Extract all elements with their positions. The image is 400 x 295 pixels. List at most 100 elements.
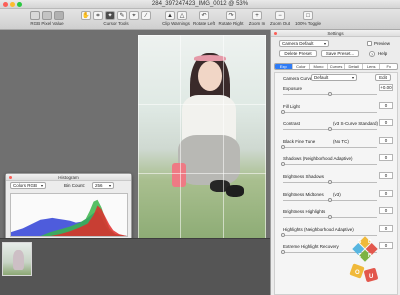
param-mode[interactable]: (v3 S-Curve Standard) <box>333 121 378 126</box>
histogram-controls: Colors RGB ▾ Bin Count: 256 ▾ <box>6 181 131 191</box>
pen-icon[interactable]: ✎ <box>117 11 127 20</box>
brush-icon[interactable]: ∕ <box>141 11 151 20</box>
help-icon[interactable]: ? <box>369 51 375 57</box>
param-value-field[interactable]: 0 <box>379 136 393 144</box>
chevron-down-icon: ▾ <box>108 183 111 188</box>
rotate-right-group: ↷ Rotate Right <box>218 11 244 26</box>
photo-preview[interactable] <box>138 35 266 242</box>
param-slider-knob[interactable] <box>328 197 332 202</box>
swatch-icon[interactable] <box>30 11 40 20</box>
zoom-in-icon[interactable]: + <box>252 11 262 20</box>
swatch-icon[interactable] <box>54 11 64 20</box>
picker-icon[interactable]: ✦ <box>105 11 115 20</box>
app-window: 284_397247423_IMG_0012 @ 53% RGB Pixel V… <box>0 0 400 295</box>
param-label: Fill Light <box>283 103 300 109</box>
toolbar-label: Cursor Tools <box>103 21 129 26</box>
param-slider-knob[interactable] <box>328 127 332 132</box>
tab-color[interactable]: Color <box>293 64 311 69</box>
param-row: Contrast (v3 S-Curve Standard) 0 <box>275 119 397 134</box>
window-title: 284_397247423_IMG_0012 @ 53% <box>151 1 249 7</box>
param-slider-knob[interactable] <box>281 250 285 255</box>
crop-grid-line <box>265 35 266 242</box>
hand-icon[interactable]: ✋ <box>81 11 91 20</box>
camera-curve-select[interactable]: Default ▾ <box>311 74 357 81</box>
param-value-field[interactable]: 0 <box>379 154 393 162</box>
param-value-field[interactable]: 0 <box>379 119 393 127</box>
crop-grid-line <box>138 104 266 105</box>
preset-value: Camera Default <box>282 41 314 46</box>
swatch-icon[interactable] <box>42 11 52 20</box>
toolbar-label: Clip Warnings <box>162 21 190 26</box>
settings-title: Settings <box>327 31 344 36</box>
close-button[interactable] <box>274 32 277 35</box>
tab-fx[interactable]: Fx <box>380 64 397 69</box>
param-value-field[interactable]: +0.00 <box>379 84 393 91</box>
param-slider-knob[interactable] <box>328 92 332 96</box>
crop-grid-line <box>138 35 266 36</box>
param-slider-knob[interactable] <box>281 109 285 114</box>
tab-lens[interactable]: Lens <box>363 64 381 69</box>
save-preset-button[interactable]: Save Preset... <box>321 50 359 57</box>
delete-preset-button[interactable]: Delete Preset <box>279 50 317 57</box>
fit-icon[interactable]: □ <box>303 11 313 20</box>
param-row: Brightness Highlights 0 <box>275 207 397 222</box>
warning-icon[interactable]: ▲ <box>165 11 175 20</box>
param-slider-knob[interactable] <box>328 180 332 184</box>
toolbar: RGB Pixel Value ✋ ⌗ ✦ ✎ ⌖ ∕ Cursor Tools… <box>0 9 400 30</box>
param-mode[interactable]: (v3) <box>333 192 341 197</box>
preset-select[interactable]: Camera Default ▾ <box>279 40 329 47</box>
edit-curve-button[interactable]: Edit <box>375 74 391 81</box>
param-mode[interactable]: (No TC) <box>333 139 349 144</box>
param-value-field[interactable]: 0 <box>379 101 393 109</box>
param-value-field[interactable]: 0 <box>379 172 393 179</box>
param-row: Shadows (Neighborhood Adaptive) 0 <box>275 154 397 169</box>
chevron-down-icon: ▾ <box>351 75 354 80</box>
rgb-pixel-value-group: RGB Pixel Value <box>30 11 64 26</box>
tab-exp[interactable]: Exp <box>275 64 293 69</box>
param-label: Shadows (Neighborhood Adaptive) <box>283 156 353 162</box>
settings-title-bar[interactable]: Settings <box>271 30 400 37</box>
rotate-right-icon[interactable]: ↷ <box>226 11 236 20</box>
photo-subject-face <box>198 61 222 91</box>
param-label: Contrast <box>283 121 301 127</box>
tab-detail[interactable]: Detail <box>345 64 363 69</box>
preview-checkbox[interactable] <box>367 41 372 46</box>
settings-tabs: Exp Color Mono Curves Detail Lens Fx <box>274 63 398 70</box>
picker-icon[interactable]: ⌖ <box>129 11 139 20</box>
svg-text:O: O <box>355 270 360 276</box>
param-value-field[interactable]: 0 <box>379 207 393 215</box>
thumbnail-figure <box>13 250 24 270</box>
param-label: Highlights (Neighborhood Adaptive) <box>283 226 354 232</box>
close-button[interactable] <box>9 176 12 179</box>
param-row: Exposure +0.00 <box>275 84 397 99</box>
param-slider-knob[interactable] <box>328 215 332 220</box>
tab-curves[interactable]: Curves <box>328 64 346 69</box>
bin-count-label: Bin Count: <box>64 183 86 188</box>
zoom-out-icon[interactable]: − <box>275 11 285 20</box>
clip-warnings-group: ▲ △ Clip Warnings <box>162 11 190 26</box>
rotate-left-icon[interactable]: ↶ <box>199 11 209 20</box>
title-bar: 284_397247423_IMG_0012 @ 53% <box>0 0 400 9</box>
param-slider-track[interactable] <box>283 111 377 113</box>
param-slider-knob[interactable] <box>281 232 285 237</box>
histogram-mode-select[interactable]: Colors RGB ▾ <box>10 182 46 189</box>
bin-count-select[interactable]: 256 ▾ <box>92 182 114 189</box>
filmstrip-thumbnail[interactable] <box>2 242 32 276</box>
param-label: Brightness Highlights <box>283 209 326 215</box>
svg-text:U: U <box>369 274 373 280</box>
cursor-tools-group: ✋ ⌗ ✦ ✎ ⌖ ∕ Cursor Tools <box>80 11 152 26</box>
crop-grid-line <box>138 173 266 174</box>
param-slider-knob[interactable] <box>281 162 285 167</box>
param-value-field[interactable]: 0 <box>379 189 393 197</box>
param-slider-knob[interactable] <box>281 144 285 149</box>
param-slider-track[interactable] <box>283 164 377 166</box>
svg-text:D: D <box>368 239 372 245</box>
tab-mono[interactable]: Mono <box>310 64 328 69</box>
param-row: Brightness Shadows 0 <box>275 172 397 187</box>
histogram-title-bar[interactable]: Histogram <box>6 174 131 181</box>
crop-icon[interactable]: ⌗ <box>93 11 103 20</box>
toolbar-label: Rotate Left <box>193 21 216 26</box>
warning-icon[interactable]: △ <box>177 11 187 20</box>
param-slider-track[interactable] <box>283 146 377 148</box>
crop-grid-line <box>138 35 139 242</box>
